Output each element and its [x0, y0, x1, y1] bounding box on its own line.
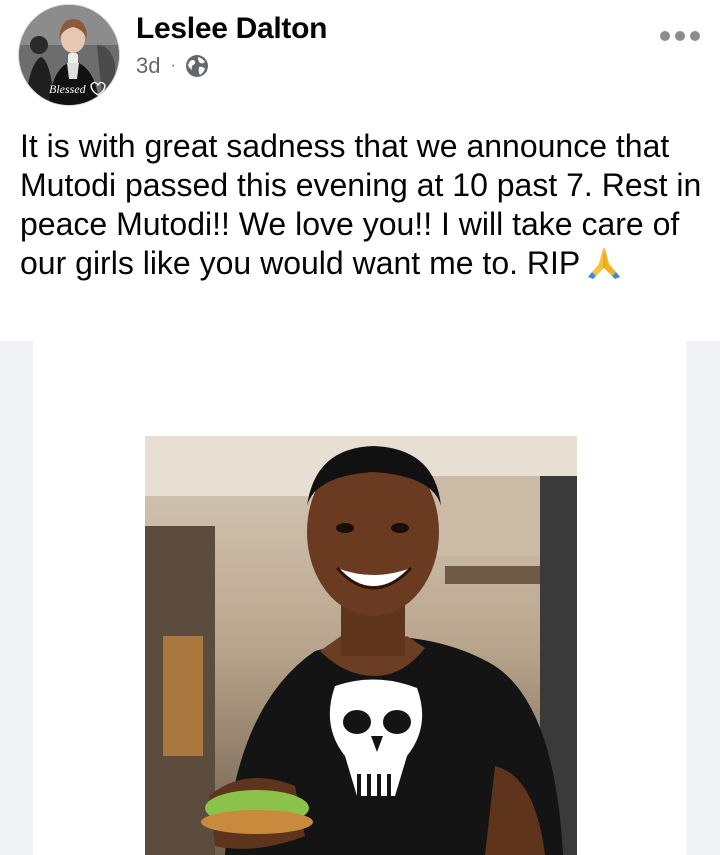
author-name[interactable]: Leslee Dalton — [136, 12, 327, 46]
post-body: It is with great sadness that we announc… — [20, 127, 710, 283]
more-dot — [675, 31, 685, 41]
more-dot — [660, 31, 670, 41]
post-photo[interactable] — [145, 436, 577, 855]
post-meta: 3d · — [136, 53, 209, 79]
folded-hands-emoji — [588, 248, 621, 279]
more-dot — [690, 31, 700, 41]
photo-image — [145, 436, 577, 855]
globe-icon — [185, 55, 208, 77]
post-time[interactable]: 3d — [136, 53, 160, 79]
avatar-caption: Blessed — [49, 82, 87, 96]
post-photo-area[interactable] — [0, 341, 720, 855]
more-options-icon[interactable] — [660, 24, 700, 48]
photo-card — [33, 341, 686, 855]
post-header: Blessed Leslee Dalton 3d · — [0, 0, 720, 110]
avatar-image: Blessed — [19, 5, 119, 105]
meta-separator: · — [170, 57, 176, 74]
author-avatar[interactable]: Blessed — [18, 4, 120, 106]
